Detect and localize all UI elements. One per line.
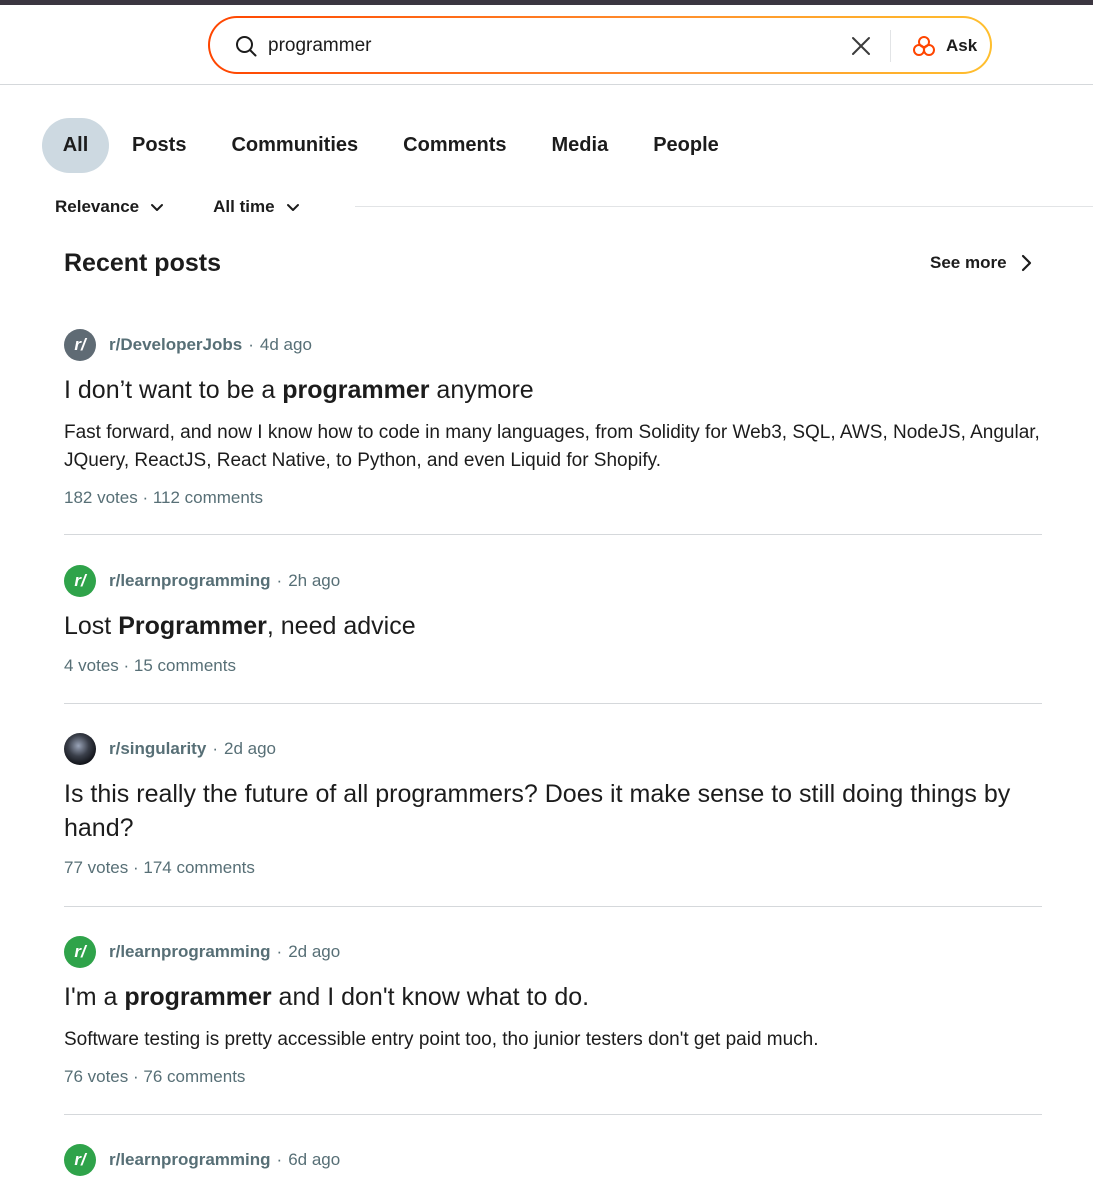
post-title[interactable]: Is this really the future of all program… [64, 777, 1042, 845]
post-meta: r/singularity · 2d ago [64, 733, 1042, 765]
meta-separator: · [248, 335, 254, 354]
subreddit-name[interactable]: r/singularity [109, 739, 206, 759]
title-highlight: Programmer [118, 612, 267, 640]
tab-all[interactable]: All [42, 118, 109, 173]
post-time: 2d ago [223, 739, 276, 758]
post-item[interactable]: r/singularity · 2d ago Is this really th… [64, 733, 1042, 881]
section-title: Recent posts [64, 249, 221, 277]
title-highlight: programmer [124, 983, 272, 1011]
post-title[interactable]: I don’t want to be a programmer anymore [64, 373, 1042, 407]
search-tabs: All Posts Communities Comments Media Peo… [42, 118, 742, 173]
tab-media[interactable]: Media [530, 118, 631, 173]
post-meta: r/ r/learnprogramming · 2d ago [64, 936, 1042, 968]
meta-separator: · [212, 739, 218, 758]
post-item[interactable]: r/ r/DeveloperJobs · 4d ago I don’t want… [64, 329, 1042, 511]
post-title[interactable]: I'm a programmer and I don't know what t… [64, 980, 1042, 1014]
post-snippet: Software testing is pretty accessible en… [64, 1029, 819, 1050]
subreddit-name[interactable]: r/learnprogramming [109, 1150, 271, 1170]
subreddit-avatar[interactable]: r/ [64, 936, 96, 968]
tab-posts[interactable]: Posts [110, 118, 208, 173]
title-text: and I don't know what to do. [271, 983, 590, 1011]
post-divider [64, 534, 1042, 535]
post-time: 6d ago [288, 1150, 341, 1169]
tab-people[interactable]: People [631, 118, 741, 173]
sort-label: Relevance [55, 197, 140, 216]
tab-comments[interactable]: Comments [381, 118, 528, 173]
answers-icon [913, 36, 935, 56]
meta-separator: · [276, 1150, 283, 1169]
ask-button[interactable]: Ask [906, 31, 983, 61]
subreddit-avatar[interactable]: r/ [64, 1144, 96, 1176]
post-time: 2h ago [288, 571, 341, 590]
chevron-down-icon [286, 204, 299, 211]
chevron-right-icon [1021, 254, 1031, 272]
time-label: All time [213, 197, 275, 216]
subreddit-avatar[interactable]: r/ [64, 565, 96, 597]
post-divider [64, 1114, 1042, 1115]
search-header: programmer Ask [0, 5, 1093, 85]
post-snippet: Fast forward, and now I know how to code… [64, 422, 1040, 471]
see-more-label: See more [930, 253, 1007, 272]
post-stats: 182 votes · 112 comments [64, 488, 264, 507]
sort-dropdown[interactable]: Relevance [55, 194, 165, 220]
post-divider [64, 906, 1042, 907]
subreddit-name[interactable]: r/learnprogramming [109, 942, 271, 962]
search-bar[interactable]: programmer Ask [208, 16, 992, 74]
see-more-link[interactable]: See more [930, 253, 1033, 273]
tab-communities[interactable]: Communities [209, 118, 380, 173]
post-stats: 4 votes · 15 comments [64, 656, 236, 675]
post-meta: r/ r/learnprogramming · 6d ago [64, 1144, 1042, 1176]
subreddit-avatar[interactable]: r/ [64, 329, 96, 361]
post-item[interactable]: r/ r/learnprogramming · 2d ago I'm a pro… [64, 936, 1042, 1090]
time-dropdown[interactable]: All time [213, 194, 300, 220]
title-text: I don’t want to be a [64, 376, 283, 404]
post-item[interactable]: r/ r/learnprogramming · 6d ago [64, 1144, 1042, 1176]
subreddit-name[interactable]: r/learnprogramming [109, 571, 271, 591]
search-input[interactable]: programmer [268, 35, 371, 57]
title-highlight: programmer [282, 376, 430, 404]
post-divider [64, 703, 1042, 704]
chevron-down-icon [151, 204, 164, 211]
subreddit-avatar[interactable] [64, 733, 96, 765]
ask-label: Ask [946, 36, 978, 55]
post-item[interactable]: r/ r/learnprogramming · 2h ago Lost Prog… [64, 565, 1042, 679]
title-text: Lost [64, 612, 119, 640]
filter-bar: Relevance All time [55, 194, 349, 220]
post-meta: r/ r/learnprogramming · 2h ago [64, 565, 1042, 597]
clear-search-icon[interactable] [850, 35, 872, 57]
title-text: anymore [429, 376, 534, 404]
post-time: 4d ago [259, 335, 312, 354]
search-divider [890, 30, 891, 62]
filter-divider [355, 206, 1093, 207]
title-text: , need advice [266, 612, 416, 640]
post-time: 2d ago [288, 942, 341, 961]
post-meta: r/ r/DeveloperJobs · 4d ago [64, 329, 1042, 361]
post-stats: 76 votes · 76 comments [64, 1067, 246, 1086]
meta-separator: · [276, 571, 283, 590]
title-text: I'm a [64, 983, 125, 1011]
post-stats: 77 votes · 174 comments [64, 858, 255, 877]
subreddit-name[interactable]: r/DeveloperJobs [109, 335, 242, 355]
search-icon [236, 36, 257, 57]
post-title[interactable]: Lost Programmer, need advice [64, 609, 1042, 643]
meta-separator: · [276, 942, 283, 961]
